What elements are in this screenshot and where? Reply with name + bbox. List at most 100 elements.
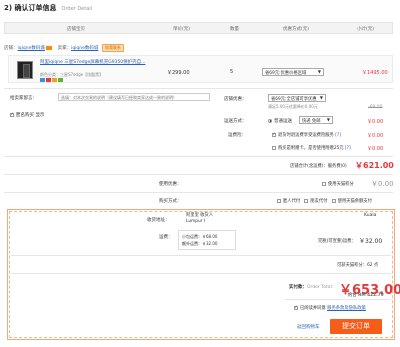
seller-link[interactable]: iqiqne数码城 [71,46,98,51]
shipping-select-value: 快递 免邮 [302,119,321,124]
agree-label: 已阅读并同意 [300,306,326,311]
gift-card-checkbox[interactable] [272,145,276,150]
gift-card-amount-value: 0.00 [372,146,384,152]
store-discount-note: 满足5.00元优惠降价0.00元 [268,104,318,109]
divider [4,88,393,89]
chevron-down-icon: ▼ [319,95,323,100]
coupon-row[interactable]: 使用天猫积分 [322,181,354,187]
option-checkbox[interactable] [331,198,336,203]
shipping-option[interactable]: 普通运送 [268,118,292,124]
gift-card-text: 购买是附赠卡，是否使用附赠25元 [278,146,344,151]
shop-link[interactable]: iqiqne数码城 [18,46,45,51]
option-3-label: 使用天猫余额支付 [337,199,372,204]
shipping-fee-label: 运费： [159,235,173,240]
header-qty: 数量 [230,27,239,32]
product-title-link[interactable]: 阿里iqiqne 三星S7edge屏幕机壳G9350保护壳自... [40,60,150,66]
divider [4,174,393,175]
back-to-cart-link[interactable]: 返回购物车 [297,324,320,330]
intl-fee-amount: ￥32.00 [359,238,383,245]
insurance-amount-value: 0.00 [372,133,384,139]
pay-label-text: 实付款： [289,285,307,290]
option-1-label: 匿人代付 [283,199,301,204]
pay-label-en: Order Total： [307,285,337,290]
pay-rate-note: 约合 RM 422.79 [348,293,384,298]
divider [4,156,393,157]
help-icon[interactable]: [?] [345,146,351,151]
checkout-page: 2) 确认订单信息 Order Detail 店铺宝贝 单价(元) 数量 优惠方式… [0,0,400,347]
buyer-options-group: 匿人代付 朋友代付 使用天猫余额支付 [277,198,372,204]
chevron-down-icon: ▼ [317,69,321,74]
item-discount-select[interactable]: 省69元:优惠价格区域 ▼ [262,68,324,76]
product-thumbnail[interactable] [17,61,33,79]
address-name: 阿里里 收货人 [186,213,214,218]
ship-fee-1-value: 68.00 [206,234,218,239]
page-title: 2) 确认订单信息 Order Detail [4,4,93,12]
option-checkbox[interactable] [277,198,281,203]
insurance-row[interactable]: 退货时退运费享受运费险服务 [?] [272,131,341,138]
insurance-checkbox[interactable] [272,131,276,137]
ship-fee-2-label: 额外运费： [182,241,202,246]
coupon-amount: ￥0.00 [371,179,394,189]
service-badge-icon [52,78,57,82]
service-badge-icon [58,78,63,82]
store-discount-value: 省69元:全店铺可享优惠 [271,97,317,102]
message-label: 给卖家留言： [10,96,37,101]
table-header: 店铺宝贝 单价(元) 数量 优惠方式(元) 小计(元) [4,22,393,34]
coupon-checkbox-label: 使用天猫积分 [328,182,354,187]
divider [4,192,393,193]
divider [11,255,391,256]
store-discount-label: 店铺优惠： [224,97,247,102]
shipping-amount-value: 0.00 [372,119,384,125]
item-price: ￥299.00 [167,70,190,76]
coupon-amount-value: 0.00 [378,180,394,188]
coupon-checkbox[interactable] [322,181,326,186]
store-discount-amount: -69.00 [368,105,383,110]
address-country: Kuala [364,213,377,218]
header-store: 店铺宝贝 [67,27,85,32]
shop-label: 店铺： [4,46,18,51]
store-discount-select[interactable]: 省69元:全店铺可享优惠 ▼ [268,94,326,102]
chevron-down-icon: ▼ [326,117,330,122]
coupon-label: 使用优惠： [159,182,182,187]
service-badge-icon [46,78,51,82]
points-unit: 点 [373,263,379,268]
anonymous-row: 匿名购买 显示 [10,111,44,118]
page-title-en: Order Detail [61,6,93,12]
agree-checkbox[interactable] [294,304,298,310]
points-row: 可获天猫积分：62 点 [337,262,378,268]
gift-card-row[interactable]: 购买是附赠卡，是否使用附赠25元 [?] [272,145,351,151]
terms-link[interactable]: 服务条款及隐私政策 [327,306,366,311]
message-input[interactable] [58,93,210,101]
store-total-label: 店铺合计(含运费)：服务费(0) [290,164,347,169]
divider [11,273,391,274]
shipping-radio[interactable] [268,118,272,123]
tmall-icon [46,45,53,50]
submit-order-button[interactable]: 提交订单 [330,319,382,334]
header-discount: 优惠方式(元) [283,27,310,32]
anonymous-label: 匿名购买 [16,113,34,118]
option-2-label: 朋友代付 [310,199,328,204]
shipping-fee-box [178,230,236,250]
item-subtotal: ￥1495.00 [362,70,388,76]
address-line: Lumpur I [186,219,206,224]
points-label: 可获天猫积分： [337,263,368,268]
gift-card-amount: ￥0.00 [367,145,383,152]
seller-label: 卖家： [57,46,72,51]
anonymous-checkbox[interactable] [10,111,14,117]
divider [285,299,390,300]
pay-label: 实付款：Order Total： [289,284,336,290]
shipping-select[interactable]: 快递 免邮 ▼ [299,116,333,124]
item-discount-value: 省69元:优惠价格区域 [265,71,307,76]
ship-fee-1-label: 小包运费： [182,234,202,239]
intl-fee-note: 完税(可宣重)运费： [318,239,356,244]
agree-row: 已阅读并同意 服务条款及隐私政策 [294,304,366,311]
store-total-amount: ￥621.00 [355,161,394,170]
contact-seller-button[interactable]: 和我联系 [101,44,124,52]
service-badges [40,78,64,84]
option-checkbox[interactable] [304,198,309,203]
header-price: 单价(元) [173,27,191,32]
help-icon[interactable]: [?] [335,133,341,138]
item-quantity: 5 [230,69,234,75]
shipping-amount: ￥0.00 [367,118,383,125]
service-badge-icon [40,78,45,82]
